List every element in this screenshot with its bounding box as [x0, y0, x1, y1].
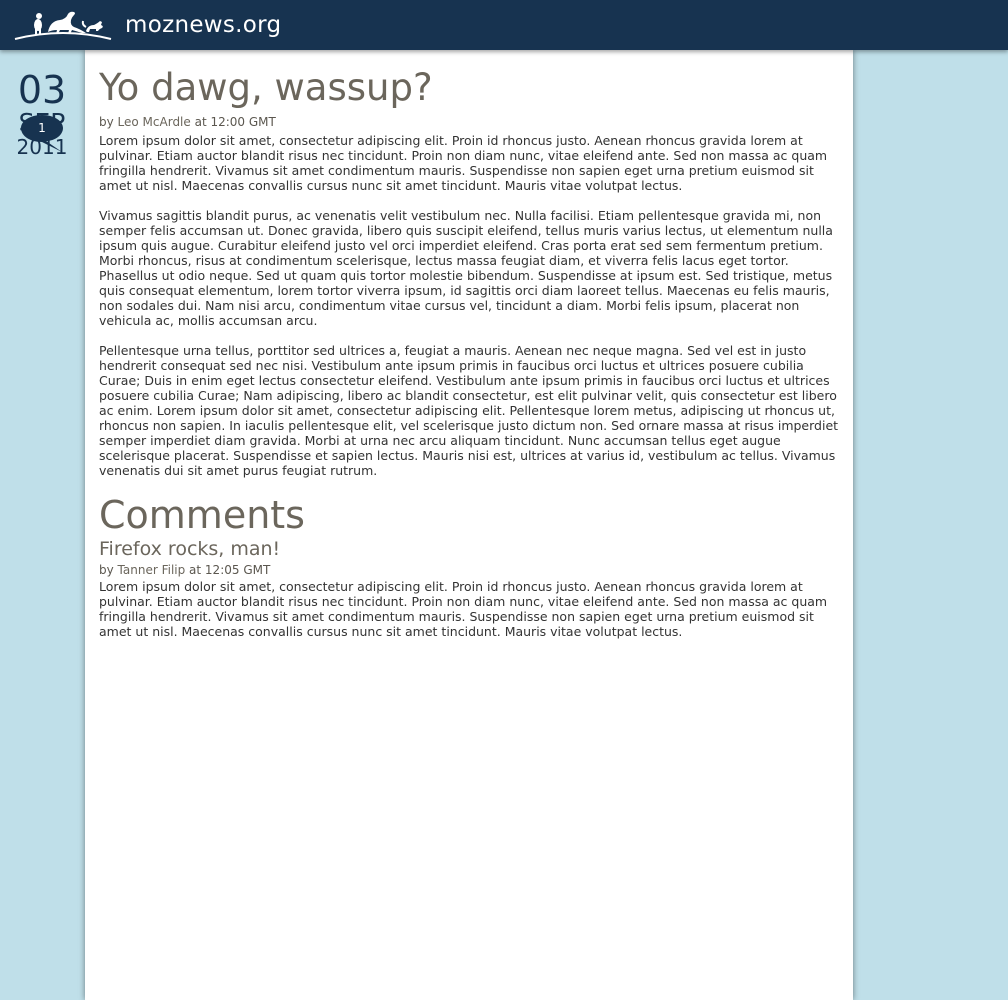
comment-title: Firefox rocks, man!: [99, 538, 281, 560]
main-content: Yo dawg, wassup? by Leo McArdle at 12:00…: [85, 50, 853, 1000]
comments-heading: Comments: [99, 493, 305, 537]
top-bar: moznews.org: [0, 0, 1008, 50]
date-day: 03: [17, 68, 67, 112]
author-link[interactable]: Leo McArdle: [118, 115, 191, 129]
byline-time: at 12:00 GMT: [190, 115, 276, 129]
post-paragraph: Vivamus sagittis blandit purus, ac venen…: [99, 208, 833, 328]
post-paragraph: Pellentesque urna tellus, porttitor sed …: [99, 343, 839, 478]
comment-byline: by Tanner Filip at 12:05 GMT: [99, 563, 839, 577]
comment-item: Firefox rocks, man! by Tanner Filip at 1…: [99, 537, 839, 639]
post-title: Yo dawg, wassup?: [99, 66, 433, 109]
comment-author-link[interactable]: Tanner Filip: [118, 563, 186, 577]
article: Yo dawg, wassup? by Leo McArdle at 12:00…: [99, 66, 839, 639]
dinosaur-logo-icon[interactable]: [14, 7, 112, 41]
byline-prefix: by: [99, 115, 118, 129]
post-paragraph: Lorem ipsum dolor sit amet, consectetur …: [99, 133, 828, 193]
post-body: Lorem ipsum dolor sit amet, consectetur …: [99, 133, 839, 478]
comment-count: 1: [38, 121, 46, 135]
post-byline: by Leo McArdle at 12:00 GMT: [99, 114, 839, 130]
comment-body: Lorem ipsum dolor sit amet, consectetur …: [99, 579, 828, 639]
comment-count-bubble[interactable]: 1: [20, 114, 64, 154]
byline-time: at 12:05 GMT: [185, 563, 271, 577]
site-name-link[interactable]: moznews.org: [125, 10, 281, 40]
byline-prefix: by: [99, 563, 118, 577]
